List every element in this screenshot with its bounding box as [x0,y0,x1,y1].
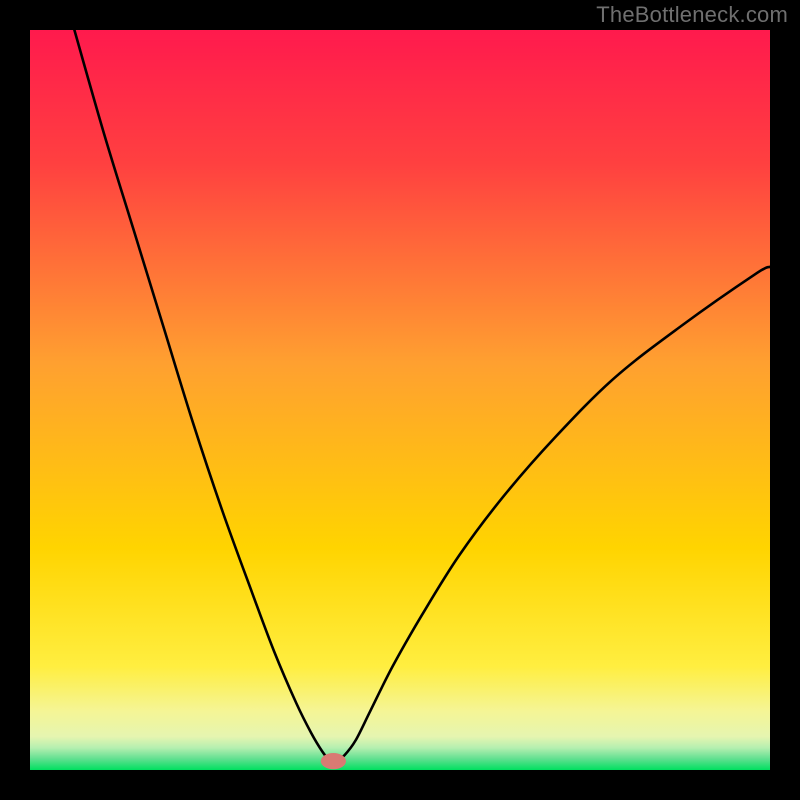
gradient-background [30,30,770,770]
minimum-marker [321,753,346,769]
chart-frame: TheBottleneck.com [0,0,800,800]
watermark-text: TheBottleneck.com [596,2,788,28]
bottleneck-chart [30,30,770,770]
minimum-marker-dot [321,753,346,769]
